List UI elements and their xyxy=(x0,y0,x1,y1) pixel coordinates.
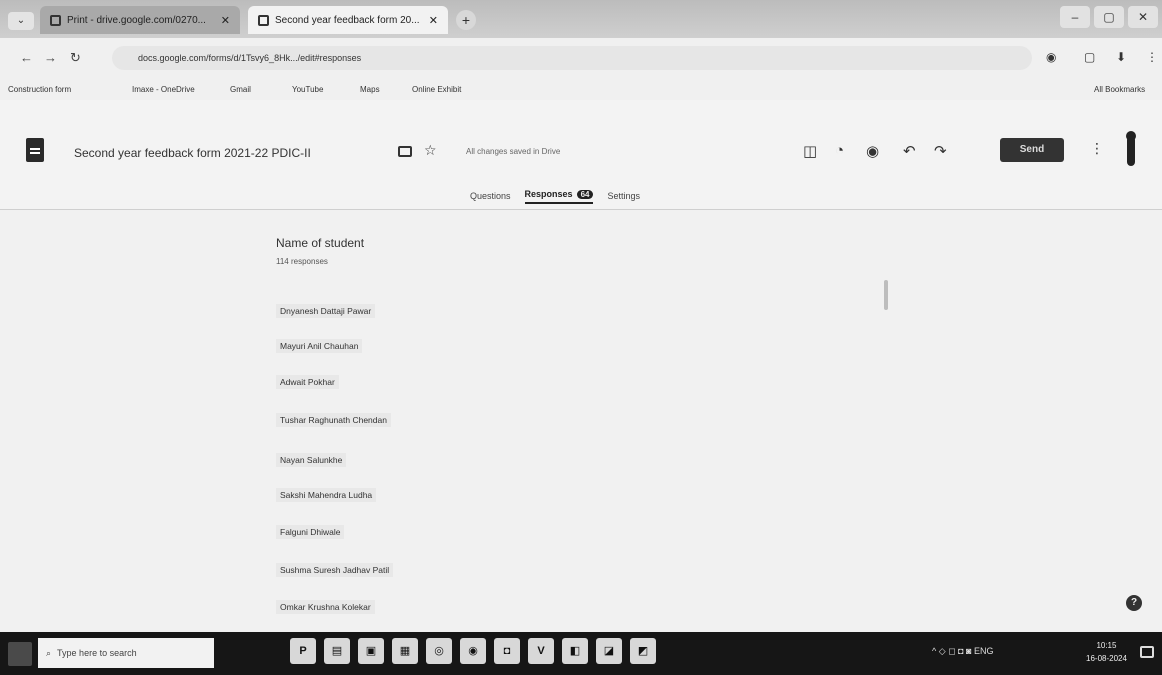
question-summary-card: Name of student 114 responses Dnyanesh D… xyxy=(262,230,902,630)
bookmark-item[interactable]: Imaxe - OneDrive xyxy=(132,85,195,94)
clock-date: 16-08-2024 xyxy=(1086,654,1127,663)
clock-time: 10:15 xyxy=(1096,641,1117,650)
undo-icon[interactable]: ↶ xyxy=(903,142,916,160)
response-item: Nayan Salunkhe xyxy=(276,453,347,467)
taskbar-app[interactable]: ▣ xyxy=(358,638,384,664)
close-window-button[interactable]: ✕ xyxy=(1128,6,1158,28)
taskbar-app[interactable]: ◪ xyxy=(596,638,622,664)
browser-toolbar: ← → ↻ docs.google.com/forms/d/1Tsvy6_8Hk… xyxy=(0,38,1162,80)
taskbar-app[interactable]: ◘ xyxy=(494,638,520,664)
sidebar-icon[interactable]: ▢ xyxy=(1084,50,1095,64)
question-title: Name of student xyxy=(276,236,365,250)
download-icon[interactable]: ⬇ xyxy=(1116,50,1126,64)
url-text: docs.google.com/forms/d/1Tsvy6_8Hk.../ed… xyxy=(138,53,362,63)
response-item: Adwait Pokhar xyxy=(276,375,339,389)
minimize-button[interactable]: – xyxy=(1060,6,1090,28)
send-button[interactable]: Send xyxy=(1000,138,1064,162)
reload-icon[interactable]: ↻ xyxy=(70,50,81,66)
form-tabs: Questions Responses 64 Settings xyxy=(470,186,640,206)
responses-count-badge: 64 xyxy=(576,189,594,199)
bookmark-item[interactable]: Maps xyxy=(360,85,380,94)
preview-eye-icon[interactable]: ◉ xyxy=(866,142,879,160)
browser-tab-forms[interactable]: Second year feedback form 20... ✕ xyxy=(248,6,448,34)
taskbar-app[interactable]: ▤ xyxy=(324,638,350,664)
bookmark-item[interactable]: Construction form xyxy=(8,85,71,94)
start-button[interactable] xyxy=(8,642,32,666)
forms-logo-icon[interactable] xyxy=(26,138,44,162)
system-tray[interactable]: ^ ◇ ◻ ◘ ◙ ENG xyxy=(932,646,994,657)
taskbar-app[interactable]: ◎ xyxy=(426,638,452,664)
response-item: Falguni Dhiwale xyxy=(276,525,345,539)
search-icon: ⌕ xyxy=(46,647,52,658)
redo-icon[interactable]: ↷ xyxy=(934,142,947,160)
bookmark-item[interactable]: Gmail xyxy=(230,85,251,94)
search-placeholder: Type here to search xyxy=(57,648,137,658)
response-item: Sakshi Mahendra Ludha xyxy=(276,488,377,502)
taskbar-app[interactable]: V xyxy=(528,638,554,664)
responses-content: Name of student 114 responses Dnyanesh D… xyxy=(0,210,1162,632)
form-header: Second year feedback form 2021-22 PDIC-I… xyxy=(0,100,1162,210)
bookmark-item[interactable]: Online Exhibit xyxy=(412,85,461,94)
bookmarks-bar: Construction form Imaxe - OneDrive Gmail… xyxy=(0,80,1162,100)
tab-label: Second year feedback form 20... xyxy=(275,14,420,26)
response-item: Tushar Raghunath Chendan xyxy=(276,413,391,427)
form-title[interactable]: Second year feedback form 2021-22 PDIC-I… xyxy=(74,146,311,160)
response-item: Omkar Krushna Kolekar xyxy=(276,600,375,614)
tab-search-button[interactable]: ⌄ xyxy=(8,12,34,30)
taskbar-search[interactable]: ⌕ Type here to search xyxy=(38,638,214,668)
taskbar-clock[interactable]: 10:15 16-08-2024 xyxy=(1086,639,1127,665)
notification-icon[interactable] xyxy=(1140,646,1154,658)
tab-label: Print - drive.google.com/0270... xyxy=(67,14,206,26)
folder-icon[interactable] xyxy=(398,146,412,157)
taskbar-app[interactable]: ◧ xyxy=(562,638,588,664)
customize-theme-icon[interactable]: ◫ xyxy=(803,142,817,160)
tab-close-icon[interactable]: ✕ xyxy=(429,14,438,27)
response-item: Mayuri Anil Chauhan xyxy=(276,339,363,353)
response-count: 114 responses xyxy=(276,257,328,266)
tab-questions[interactable]: Questions xyxy=(470,191,511,201)
tab-responses-label: Responses xyxy=(524,188,573,199)
taskbar-app[interactable]: P xyxy=(290,638,316,664)
windows-taskbar: ⌕ Type here to search P ▤ ▣ ▦ ◎ ◉ ◘ V ◧ … xyxy=(0,632,1162,675)
more-options-icon[interactable]: ⋮ xyxy=(1090,140,1104,157)
maximize-button[interactable]: ▢ xyxy=(1094,6,1124,28)
back-icon[interactable]: ← xyxy=(20,50,33,65)
all-bookmarks[interactable]: All Bookmarks xyxy=(1094,85,1145,94)
forward-icon[interactable]: → xyxy=(44,50,57,65)
taskbar-app[interactable]: ▦ xyxy=(392,638,418,664)
tab-close-icon[interactable]: ✕ xyxy=(221,14,230,27)
taskbar-app[interactable]: ◉ xyxy=(460,638,486,664)
tab-favicon-icon xyxy=(50,14,61,26)
profile-icon[interactable]: ◉ xyxy=(1046,50,1056,64)
saved-status: All changes saved in Drive xyxy=(466,147,561,156)
browser-tab-print[interactable]: Print - drive.google.com/0270... ✕ xyxy=(40,6,240,34)
response-item: Sushma Suresh Jadhav Patil xyxy=(276,563,394,577)
tab-favicon-icon xyxy=(258,14,269,26)
new-tab-button[interactable]: + xyxy=(456,10,476,30)
address-bar[interactable]: docs.google.com/forms/d/1Tsvy6_8Hk.../ed… xyxy=(112,46,1032,70)
tab-settings[interactable]: Settings xyxy=(607,191,640,201)
star-icon[interactable]: ☆ xyxy=(424,142,437,159)
avatar[interactable] xyxy=(1126,131,1136,166)
taskbar-app[interactable]: ◩ xyxy=(630,638,656,664)
palette-icon[interactable]: ◔ xyxy=(835,142,844,159)
bookmark-item[interactable]: YouTube xyxy=(292,85,323,94)
help-icon[interactable]: ? xyxy=(1126,595,1142,611)
menu-icon[interactable]: ⋮ xyxy=(1146,50,1158,64)
browser-tab-strip: ⌄ Print - drive.google.com/0270... ✕ Sec… xyxy=(0,0,1162,38)
response-list-scrollbar[interactable] xyxy=(884,280,888,310)
tab-responses[interactable]: Responses 64 xyxy=(524,188,594,204)
response-item: Dnyanesh Dattaji Pawar xyxy=(276,304,376,318)
